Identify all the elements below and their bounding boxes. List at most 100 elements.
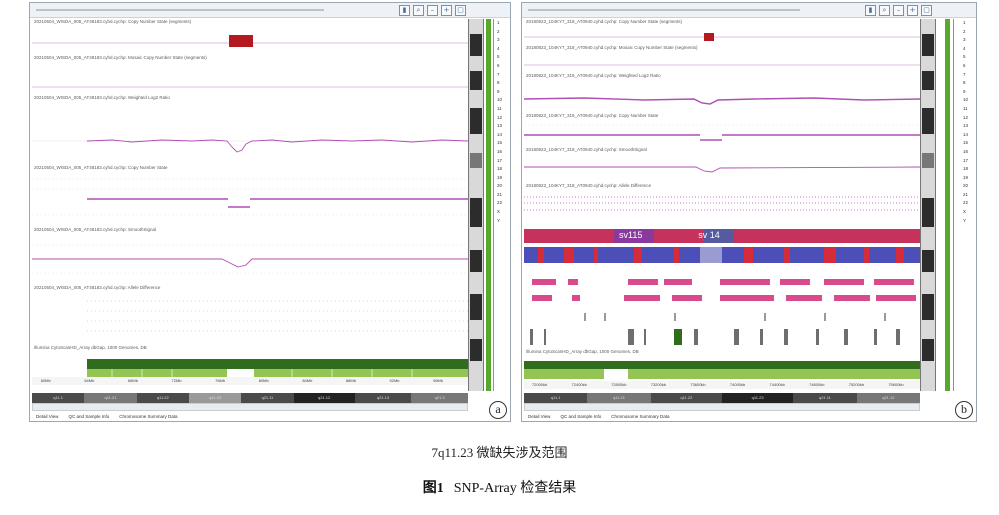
chrom-num[interactable]: 13 (497, 122, 507, 131)
chromosome-list[interactable]: 1 2 3 4 5 6 7 8 9 10 11 12 13 14 15 16 1… (497, 19, 507, 225)
zoom-icon[interactable]: ⌕ (413, 5, 424, 16)
fit-icon[interactable]: ▢ (921, 5, 932, 16)
track-allele-diff: 20210504_WISDA_005_AT48183.cyhd.cychp: A… (32, 285, 468, 345)
chrom-num[interactable]: 4 (497, 45, 507, 54)
tab-detail-view[interactable]: Detail View (526, 412, 552, 421)
chrom-num[interactable]: 21 (497, 191, 507, 200)
region-strip (486, 19, 491, 391)
chrom-num[interactable]: 9 (963, 88, 973, 97)
chrom-num[interactable]: Y (497, 217, 507, 226)
chromosome-ideogram[interactable] (468, 19, 484, 391)
chrom-num[interactable]: 9 (497, 88, 507, 97)
chrom-num[interactable]: 14 (497, 131, 507, 140)
chrom-num[interactable]: 6 (963, 62, 973, 71)
cytoband[interactable]: q21.12 (856, 393, 920, 403)
plus-icon[interactable]: + (907, 5, 918, 16)
chrom-num[interactable]: 12 (497, 114, 507, 123)
chrom-num[interactable]: 22 (963, 199, 973, 208)
chrom-num[interactable]: 19 (963, 174, 973, 183)
minus-icon[interactable]: – (427, 5, 438, 16)
axis-tick: 74800kb (809, 382, 825, 387)
chrom-num[interactable]: 18 (963, 165, 973, 174)
chrom-num[interactable]: 5 (497, 53, 507, 62)
chrom-num[interactable]: 15 (497, 139, 507, 148)
cytoband[interactable]: q21.13 (355, 393, 412, 403)
chrom-num[interactable]: 17 (497, 157, 507, 166)
chrom-num[interactable]: 12 (963, 114, 973, 123)
chrom-num[interactable]: 8 (497, 79, 507, 88)
minus-icon[interactable]: – (893, 5, 904, 16)
chrom-num[interactable]: Y (963, 217, 973, 226)
chrom-num[interactable]: 15 (963, 139, 973, 148)
chrom-num[interactable]: 2 (497, 28, 507, 37)
chromosome-ideogram[interactable] (920, 19, 936, 391)
cytoband[interactable]: q21.11 (241, 393, 293, 403)
horizontal-scrollbar[interactable] (32, 403, 468, 411)
zoom-slider[interactable] (528, 9, 801, 11)
tab-chromosome-summary[interactable]: Chromosome Summary Data (117, 412, 179, 421)
chrom-num[interactable]: 7 (963, 71, 973, 80)
chrom-num[interactable]: 2 (963, 28, 973, 37)
fit-icon[interactable]: ▢ (455, 5, 466, 16)
region-strip (945, 19, 950, 391)
axis-tick: 74400kb (769, 382, 785, 387)
chrom-num[interactable]: X (497, 208, 507, 217)
chrom-num[interactable]: 19 (497, 174, 507, 183)
chrom-num[interactable]: 3 (963, 36, 973, 45)
chrom-num[interactable]: 18 (497, 165, 507, 174)
lock-icon[interactable]: ▮ (865, 5, 876, 16)
chrom-num[interactable]: 4 (963, 45, 973, 54)
tab-qc-sample-info[interactable]: QC and Sample Info (66, 412, 111, 421)
cytoband[interactable]: q11.21 (587, 393, 651, 403)
chrom-num[interactable]: 10 (497, 96, 507, 105)
plus-icon[interactable]: + (441, 5, 452, 16)
chrom-num[interactable]: 20 (963, 182, 973, 191)
chrom-num[interactable]: 6 (497, 62, 507, 71)
chrom-num[interactable]: 20 (497, 182, 507, 191)
chrom-num[interactable]: 11 (963, 105, 973, 114)
chrom-num[interactable]: 14 (963, 131, 973, 140)
zoom-slider[interactable] (36, 9, 324, 11)
chrom-num[interactable]: 16 (963, 148, 973, 157)
cytoband-bar[interactable]: q11.1 q11.21 q11.22 q11.23 q21.11 q21.12… (32, 393, 468, 403)
zoom-icon[interactable]: ⌕ (879, 5, 890, 16)
chrom-num[interactable]: 13 (963, 122, 973, 131)
chrom-num[interactable]: 7 (497, 71, 507, 80)
axis-tick: 72Mb (171, 378, 182, 383)
chrom-num[interactable]: 3 (497, 36, 507, 45)
chrom-num[interactable]: X (963, 208, 973, 217)
horizontal-scrollbar[interactable] (524, 403, 920, 411)
cytoband[interactable]: q21.11 (793, 393, 856, 403)
track-cn-state: 20180823_104KY7_318_AT0940.cyhd.cychp: C… (524, 113, 920, 147)
tab-chromosome-summary[interactable]: Chromosome Summary Data (609, 412, 671, 421)
cytoband[interactable]: q11.23 (188, 393, 242, 403)
chrom-num[interactable]: 17 (963, 157, 973, 166)
tab-qc-sample-info[interactable]: QC and Sample Info (558, 412, 603, 421)
chrom-num[interactable]: 1 (497, 19, 507, 28)
cytoband[interactable]: q11.22 (651, 393, 722, 403)
track-log2ratio: 20210504_WISDA_005_AT48183.cyhd.cychp: W… (32, 95, 468, 165)
chrom-num[interactable]: 21 (963, 191, 973, 200)
cytoband[interactable]: q21.3 (411, 393, 468, 403)
cytoband[interactable]: q11.1 (524, 393, 587, 403)
chrom-num[interactable]: 8 (963, 79, 973, 88)
chrom-num[interactable]: 5 (963, 53, 973, 62)
chrom-num[interactable]: 10 (963, 96, 973, 105)
chromosome-list[interactable]: 1 2 3 4 5 6 7 8 9 10 11 12 13 14 15 16 1… (963, 19, 973, 225)
toolbar: ▮ ⌕ – + ▢ (522, 3, 976, 18)
cytoband[interactable]: q11.21 (84, 393, 137, 403)
chrom-num[interactable]: 1 (963, 19, 973, 28)
cytoband[interactable]: q11.1 (32, 393, 84, 403)
cytoband[interactable]: q11.22 (137, 393, 189, 403)
cytoband-bar[interactable]: q11.1 q11.21 q11.22 q11.23 q21.11 q21.12 (524, 393, 920, 403)
tab-detail-view[interactable]: Detail View (34, 412, 60, 421)
chrom-num[interactable]: 11 (497, 105, 507, 114)
lock-icon[interactable]: ▮ (399, 5, 410, 16)
chrom-num[interactable]: 16 (497, 148, 507, 157)
cytoband[interactable]: q11.23 (722, 393, 794, 403)
figure-caption: 图1 SNP-Array 检查结果 (0, 477, 999, 497)
track-markers (524, 309, 920, 349)
cytoband[interactable]: q21.12 (293, 393, 355, 403)
track-cn-segments: 20180823_104KY7_318_AT0940.cyhd.cychp: C… (524, 19, 920, 45)
chrom-num[interactable]: 22 (497, 199, 507, 208)
